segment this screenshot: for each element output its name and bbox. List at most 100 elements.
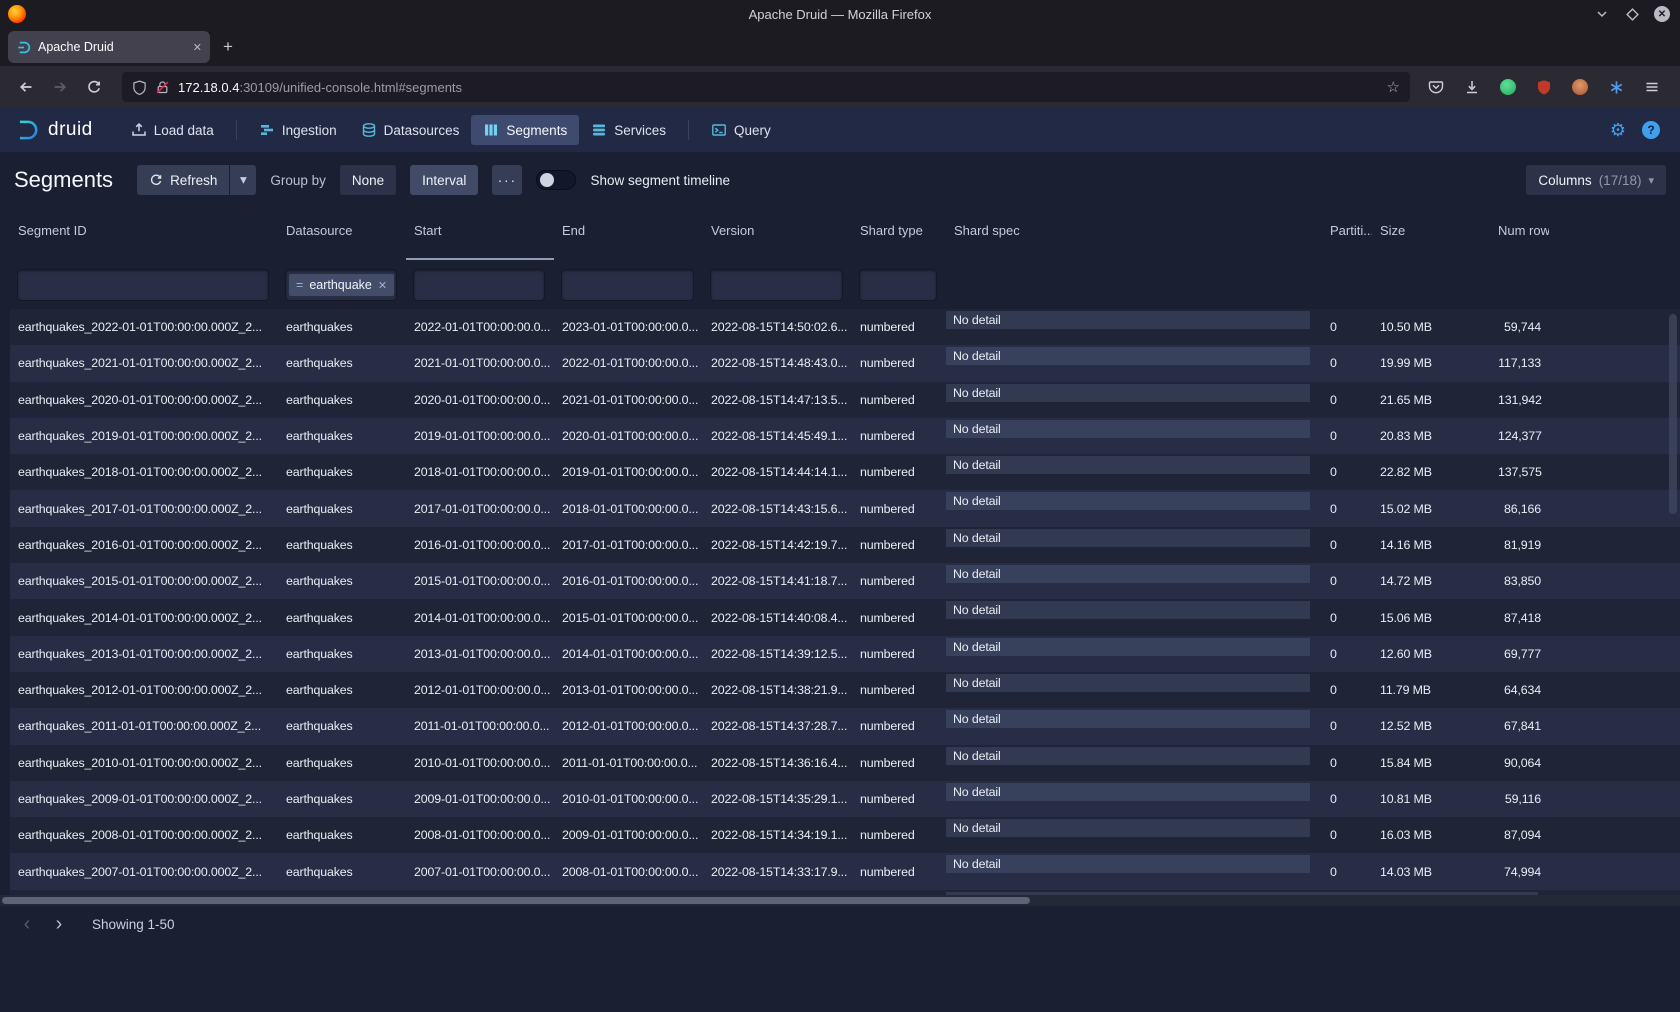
table-row[interactable]: earthquakes_2020-01-01T00:00:00.000Z_2..…	[10, 382, 1680, 418]
remove-filter-icon[interactable]: ✕	[378, 279, 387, 292]
more-actions-button[interactable]: ···	[492, 165, 522, 195]
columns-button[interactable]: Columns (17/18) ▾	[1526, 165, 1666, 195]
shard-spec-detail: No detail	[946, 529, 1310, 547]
cell-size: 12.52 MB	[1372, 719, 1490, 733]
cell-segment-id: earthquakes_2009-01-01T00:00:00.000Z_2..…	[10, 792, 278, 806]
cell-shard-type: numbered	[852, 393, 946, 407]
shard-spec-detail: No detail	[946, 347, 1310, 365]
table-row[interactable]: earthquakes_2013-01-01T00:00:00.000Z_2..…	[10, 636, 1680, 672]
services-icon	[591, 122, 607, 138]
table-row[interactable]: earthquakes_2022-01-01T00:00:00.000Z_2..…	[10, 309, 1680, 345]
table-row[interactable]: earthquakes_2007-01-01T00:00:00.000Z_2..…	[10, 853, 1680, 889]
table-row[interactable]: earthquakes_2010-01-01T00:00:00.000Z_2..…	[10, 745, 1680, 781]
horizontal-scrollbar-thumb[interactable]	[2, 897, 1030, 904]
back-button[interactable]	[10, 71, 42, 103]
filter-version-input[interactable]	[711, 270, 842, 300]
cell-shard-type: numbered	[852, 647, 946, 661]
account-avatar-icon[interactable]	[1566, 73, 1594, 101]
nav-item-datasources[interactable]: Datasources	[349, 115, 472, 145]
previous-page-icon[interactable]: ‹	[14, 912, 40, 938]
table-row[interactable]: earthquakes_2015-01-01T00:00:00.000Z_2..…	[10, 563, 1680, 599]
filter-end-input[interactable]	[562, 270, 693, 300]
cell-segment-id: earthquakes_2010-01-01T00:00:00.000Z_2..…	[10, 756, 278, 770]
filter-segment-id-input[interactable]	[18, 270, 268, 300]
tab-close-icon[interactable]: ✕	[193, 41, 202, 54]
cell-segment-id: earthquakes_2014-01-01T00:00:00.000Z_2..…	[10, 611, 278, 625]
cell-size: 10.50 MB	[1372, 320, 1490, 334]
nav-item-segments[interactable]: Segments	[471, 115, 579, 145]
filter-start-input[interactable]	[414, 270, 544, 300]
window-minimize-icon[interactable]	[1594, 6, 1610, 22]
col-header-end[interactable]: End	[554, 208, 703, 260]
table-row[interactable]: earthquakes_2011-01-01T00:00:00.000Z_2..…	[10, 708, 1680, 744]
nav-item-ingestion[interactable]: Ingestion	[247, 115, 349, 145]
browser-tab[interactable]: Apache Druid ✕	[8, 31, 210, 63]
bookmark-star-icon[interactable]: ☆	[1387, 78, 1400, 96]
downloads-icon[interactable]	[1458, 73, 1486, 101]
druid-brand[interactable]: druid	[14, 117, 93, 143]
vertical-scrollbar-thumb[interactable]	[1669, 314, 1677, 514]
col-header-num-rows[interactable]: Num rows	[1490, 208, 1549, 260]
col-header-segment-id[interactable]: Segment ID	[10, 208, 278, 260]
cell-version: 2022-08-15T14:33:17.9...	[703, 865, 852, 879]
table-row[interactable]: earthquakes_2014-01-01T00:00:00.000Z_2..…	[10, 599, 1680, 635]
reload-button[interactable]	[78, 71, 110, 103]
col-header-start[interactable]: Start	[406, 208, 554, 260]
tracking-shield-icon[interactable]	[132, 80, 147, 95]
menu-hamburger-icon[interactable]	[1638, 73, 1666, 101]
shard-spec-detail: No detail	[946, 601, 1310, 619]
table-row[interactable]: earthquakes_2021-01-01T00:00:00.000Z_2..…	[10, 345, 1680, 381]
cell-shard-type: numbered	[852, 465, 946, 479]
pocket-icon[interactable]	[1422, 73, 1450, 101]
filter-shard-type-input[interactable]	[860, 270, 936, 300]
table-row[interactable]: earthquakes_2016-01-01T00:00:00.000Z_2..…	[10, 527, 1680, 563]
cell-partition: 0	[1322, 465, 1372, 479]
col-header-partition[interactable]: Partiti...	[1322, 208, 1372, 260]
col-header-size[interactable]: Size	[1372, 208, 1490, 260]
extension-asterisk-icon[interactable]	[1602, 73, 1630, 101]
shard-spec-detail: No detail	[946, 420, 1310, 438]
table-row[interactable]: earthquakes_2009-01-01T00:00:00.000Z_2..…	[10, 781, 1680, 817]
col-header-version[interactable]: Version	[703, 208, 852, 260]
window-close-icon[interactable]: ✕	[1654, 6, 1670, 22]
filter-datasource-input[interactable]: = earthquake ✕	[286, 270, 396, 300]
refresh-interval-dropdown[interactable]: ▾	[230, 165, 256, 195]
group-by-none-button[interactable]: None	[340, 165, 396, 195]
cell-partition: 0	[1322, 611, 1372, 625]
cell-datasource: earthquakes	[278, 865, 406, 879]
cell-segment-id: earthquakes_2019-01-01T00:00:00.000Z_2..…	[10, 429, 278, 443]
new-tab-button[interactable]: +	[214, 33, 242, 61]
segment-timeline-toggle[interactable]	[536, 170, 576, 190]
cell-segment-id: earthquakes_2016-01-01T00:00:00.000Z_2..…	[10, 538, 278, 552]
cell-partition: 0	[1322, 356, 1372, 370]
col-header-shard-type[interactable]: Shard type	[852, 208, 946, 260]
datasource-filter-chip[interactable]: = earthquake ✕	[289, 274, 394, 296]
refresh-button[interactable]: Refresh	[137, 165, 229, 195]
table-row[interactable]: earthquakes_2017-01-01T00:00:00.000Z_2..…	[10, 490, 1680, 526]
nav-item-load-data[interactable]: Load data	[119, 115, 226, 145]
group-by-interval-button[interactable]: Interval	[410, 165, 478, 195]
table-row[interactable]: earthquakes_2012-01-01T00:00:00.000Z_2..…	[10, 672, 1680, 708]
insecure-lock-icon[interactable]	[155, 80, 170, 95]
table-row[interactable]: earthquakes_2019-01-01T00:00:00.000Z_2..…	[10, 418, 1680, 454]
horizontal-scrollbar[interactable]	[0, 895, 1680, 906]
group-by-label: Group by	[270, 173, 326, 188]
cell-end: 2017-01-01T00:00:00.0...	[554, 538, 703, 552]
col-header-shard-spec[interactable]: Shard spec	[946, 208, 1322, 260]
help-icon[interactable]: ?	[1642, 121, 1660, 139]
settings-gear-icon[interactable]: ⚙	[1610, 121, 1626, 139]
cell-shard-spec: No detail	[946, 490, 1322, 526]
url-bar[interactable]: 172.18.0.4:30109/unified-console.html#se…	[122, 72, 1410, 102]
table-row[interactable]: earthquakes_2008-01-01T00:00:00.000Z_2..…	[10, 817, 1680, 853]
window-maximize-icon[interactable]	[1624, 6, 1640, 22]
forward-button[interactable]	[44, 71, 76, 103]
cell-size: 19.99 MB	[1372, 356, 1490, 370]
next-page-icon[interactable]: ›	[46, 912, 72, 938]
table-row[interactable]: earthquakes_2018-01-01T00:00:00.000Z_2..…	[10, 454, 1680, 490]
col-header-datasource[interactable]: Datasource	[278, 208, 406, 260]
ublock-extension-icon[interactable]	[1530, 73, 1558, 101]
cell-partition: 0	[1322, 792, 1372, 806]
extension-green-icon[interactable]	[1494, 73, 1522, 101]
nav-item-query[interactable]: Query	[699, 115, 783, 145]
nav-item-services[interactable]: Services	[579, 115, 678, 145]
